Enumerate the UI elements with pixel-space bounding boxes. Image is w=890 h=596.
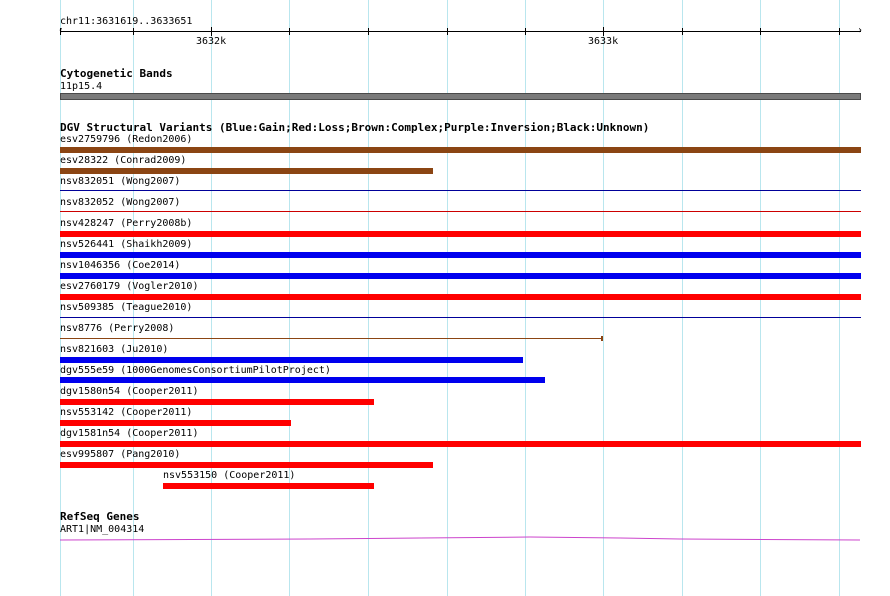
dgv-track-label: dgv555e59 (1000GenomesConsortiumPilotPro… — [60, 365, 331, 376]
dgv-track-label: nsv509385 (Teague2010) — [60, 302, 193, 313]
axis-minor-tick — [447, 28, 448, 35]
left-arrow-icon: ‹ — [58, 25, 65, 36]
dgv-variant-line[interactable] — [60, 190, 861, 191]
dgv-variant-line[interactable] — [60, 338, 602, 339]
dgv-variant-bar[interactable] — [60, 231, 861, 237]
dgv-track-label: nsv8776 (Perry2008) — [60, 323, 175, 334]
dgv-variant-bar[interactable] — [60, 377, 545, 383]
axis-minor-tick — [368, 28, 369, 35]
dgv-variant-bar[interactable] — [60, 294, 861, 300]
dgv-track-label: nsv553150 (Cooper2011) — [163, 470, 296, 481]
dgv-variant-endcap — [601, 336, 603, 341]
dgv-track-label: dgv1581n54 (Cooper2011) — [60, 428, 199, 439]
axis-minor-tick — [525, 28, 526, 35]
axis-tick-label: 3633k — [588, 36, 619, 47]
axis-minor-tick — [760, 28, 761, 35]
dgv-track-label: nsv553142 (Cooper2011) — [60, 407, 193, 418]
dgv-track-label: nsv526441 (Shaikh2009) — [60, 239, 193, 250]
refseq-track-title: RefSeq Genes — [60, 510, 140, 523]
axis-minor-tick — [839, 28, 840, 35]
dgv-variant-bar[interactable] — [60, 252, 861, 258]
dgv-track-label: nsv832052 (Wong2007) — [60, 197, 181, 208]
dgv-track-label: nsv821603 (Ju2010) — [60, 344, 169, 355]
dgv-track-label: esv995807 (Pang2010) — [60, 449, 181, 460]
dgv-variant-bar[interactable] — [60, 399, 374, 405]
dgv-variant-bar[interactable] — [60, 273, 861, 279]
dgv-variant-bar[interactable] — [163, 483, 374, 489]
dgv-variant-line[interactable] — [60, 211, 861, 212]
dgv-variant-bar[interactable] — [60, 147, 861, 153]
dgv-track-label: esv28322 (Conrad2009) — [60, 155, 187, 166]
refseq-gene-line — [60, 536, 861, 541]
dgv-track-title: DGV Structural Variants (Blue:Gain;Red:L… — [60, 121, 650, 134]
dgv-track-label: nsv428247 (Perry2008b) — [60, 218, 193, 229]
dgv-variant-bar[interactable] — [60, 420, 291, 426]
axis-tick-label: 3632k — [196, 36, 227, 47]
dgv-variant-bar[interactable] — [60, 357, 523, 363]
genome-browser-viewer: chr11:3631619..3633651 ‹ › 3632k 3633k C… — [0, 0, 890, 596]
axis-minor-tick — [682, 28, 683, 35]
dgv-variant-line[interactable] — [60, 317, 861, 318]
axis-minor-tick — [133, 28, 134, 35]
dgv-track-label: esv2760179 (Vogler2010) — [60, 281, 199, 292]
dgv-track-label: esv2759796 (Redon2006) — [60, 134, 193, 145]
right-arrow-icon: › — [857, 25, 864, 36]
dgv-track-label: nsv1046356 (Coe2014) — [60, 260, 181, 271]
position-axis[interactable] — [60, 31, 861, 32]
dgv-track-label: nsv832051 (Wong2007) — [60, 176, 181, 187]
cytoband-bar[interactable] — [60, 93, 861, 100]
dgv-track-label: dgv1580n54 (Cooper2011) — [60, 386, 199, 397]
axis-major-tick — [211, 27, 212, 36]
axis-major-tick — [603, 27, 604, 36]
dgv-variant-bar[interactable] — [60, 441, 861, 447]
cytoband-track-title: Cytogenetic Bands — [60, 67, 173, 80]
axis-minor-tick — [289, 28, 290, 35]
dgv-variant-bar[interactable] — [60, 168, 433, 174]
cytoband-label: 11p15.4 — [60, 81, 103, 92]
axis-minor-tick — [60, 28, 61, 35]
dgv-variant-bar[interactable] — [60, 462, 433, 468]
position-label: chr11:3631619..3633651 — [60, 16, 193, 27]
refseq-gene-label: ART1|NM_004314 — [60, 524, 145, 535]
refseq-gene-model[interactable] — [60, 536, 861, 542]
